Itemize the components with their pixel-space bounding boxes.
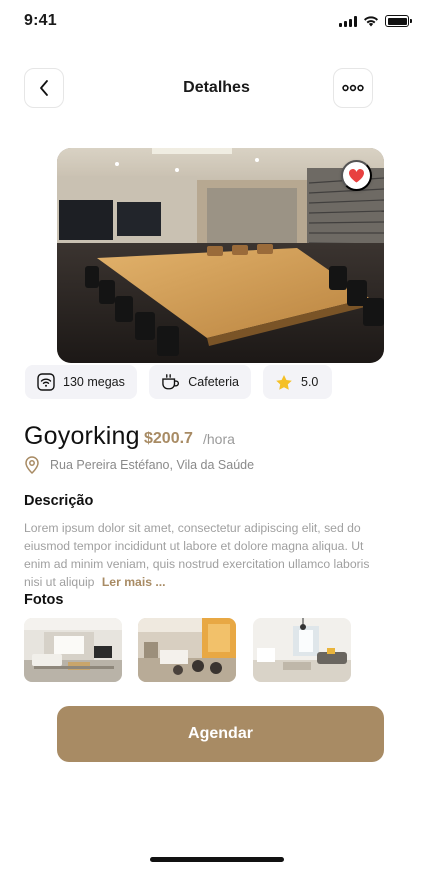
price-value: $200.7 xyxy=(144,430,193,447)
rating-chip: 5.0 xyxy=(263,365,332,399)
home-indicator xyxy=(150,857,284,862)
amenity-label: Cafeteria xyxy=(188,375,239,389)
cellular-signal-icon xyxy=(339,15,357,27)
coffee-cup-icon xyxy=(162,374,179,390)
address-row: Rua Pereira Estéfano, Vila da Saúde xyxy=(24,456,254,474)
wifi-icon xyxy=(37,373,55,391)
description-text: Lorem ipsum dolor sit amet, consectetur … xyxy=(24,519,384,591)
photo-thumbnail[interactable] xyxy=(253,618,351,682)
schedule-button[interactable]: Agendar xyxy=(57,706,384,762)
conference-room-image xyxy=(57,148,384,363)
status-time: 9:41 xyxy=(24,12,57,29)
status-bar: 9:41 xyxy=(0,0,433,44)
wifi-status-icon xyxy=(364,16,378,27)
lounge-photo xyxy=(138,618,236,682)
favorite-button[interactable] xyxy=(341,160,372,191)
read-more-link[interactable]: Ler mais ... xyxy=(102,575,166,589)
rating-value: 5.0 xyxy=(301,375,319,389)
price-unit: /hora xyxy=(203,431,235,447)
bright-living-room-photo xyxy=(253,618,351,682)
amenity-chip-internet: 130 megas xyxy=(25,365,137,399)
location-pin-icon xyxy=(25,456,39,474)
more-horizontal-icon xyxy=(342,84,364,92)
more-options-button[interactable] xyxy=(333,68,373,108)
space-main-photo[interactable] xyxy=(57,148,384,363)
heart-icon xyxy=(348,169,365,183)
photo-thumbnail[interactable] xyxy=(24,618,122,682)
photo-thumbnail[interactable] xyxy=(138,618,236,682)
battery-icon xyxy=(385,15,412,27)
amenity-chip-cafeteria: Cafeteria xyxy=(149,365,251,399)
star-icon xyxy=(276,374,292,390)
photos-heading: Fotos xyxy=(24,592,64,608)
amenity-label: 130 megas xyxy=(63,375,125,389)
description-heading: Descrição xyxy=(24,493,94,509)
space-name: Goyorking xyxy=(24,422,140,450)
living-room-photo xyxy=(24,618,122,682)
description-body: Lorem ipsum dolor sit amet, consectetur … xyxy=(24,521,370,589)
details-screen: 9:41 Detalhes 130 megas Cafeteria 5.0 Go… xyxy=(0,0,433,871)
address-text: Rua Pereira Estéfano, Vila da Saúde xyxy=(50,458,255,472)
status-icons xyxy=(339,15,412,27)
